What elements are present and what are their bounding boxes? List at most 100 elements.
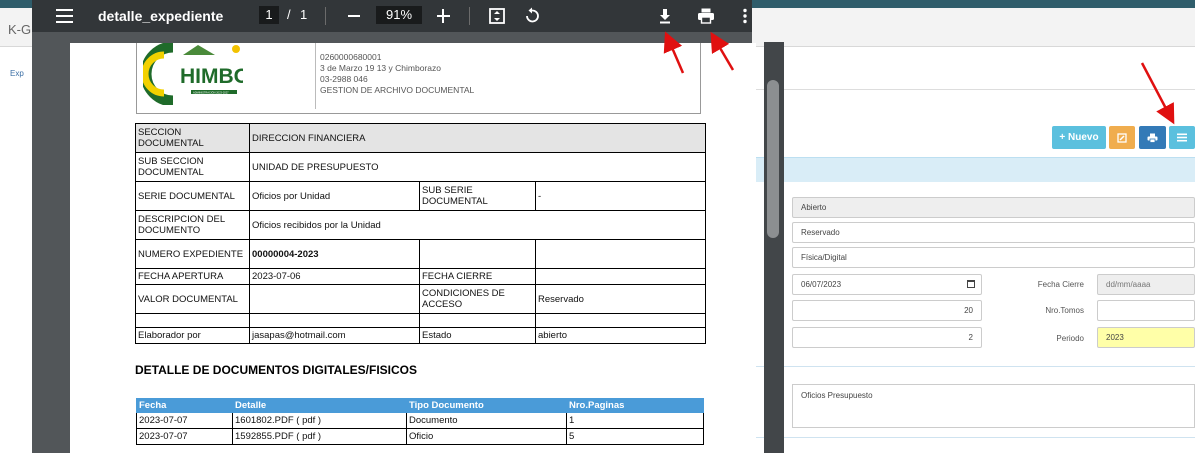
empty-cell	[419, 239, 536, 269]
cell-fecha: 2023-07-07	[136, 412, 233, 429]
pdf-viewer: detalle_expediente 1 / 1 91% HIMBO ADMIN…	[32, 0, 784, 453]
elaborador-value: jasapas@hotmail.com	[249, 327, 420, 344]
list-icon	[1177, 133, 1187, 142]
fecha-apertura-input[interactable]: 06/07/2023	[792, 274, 982, 295]
tomos-input[interactable]	[1097, 300, 1195, 321]
download-icon[interactable]	[655, 6, 675, 26]
table-row: SUB SECCION DOCUMENTAL UNIDAD DE PRESUPU…	[135, 152, 706, 182]
header-ruc: 0260000680001	[320, 52, 382, 62]
fecha-cierre-input[interactable]: dd/mm/aaaa	[1097, 274, 1195, 295]
estado-value: abierto	[535, 327, 706, 344]
apertura-label: FECHA APERTURA	[135, 268, 250, 285]
cell-fecha: 2023-07-07	[136, 428, 233, 445]
fit-page-icon[interactable]	[487, 6, 507, 26]
zoom-in-icon-vertical[interactable]	[442, 9, 444, 23]
docs-section-title: DETALLE DE DOCUMENTOS DIGITALES/FISICOS	[135, 363, 418, 377]
descripcion-textarea[interactable]: Oficios Presupuesto	[792, 384, 1195, 428]
app-left-panel	[0, 89, 33, 453]
fecha-cierre-label: Fecha Cierre	[1037, 280, 1084, 289]
page-separator: /	[287, 7, 291, 22]
cell-paginas: 5	[566, 428, 704, 445]
toolbar-divider	[325, 7, 326, 25]
seccion-label: SECCION DOCUMENTAL	[135, 123, 250, 153]
edit-button[interactable]	[1109, 126, 1135, 149]
print-button[interactable]	[1139, 126, 1166, 149]
document-title: detalle_expediente	[98, 8, 224, 24]
subseccion-value: UNIDAD DE PRESUPUESTO	[249, 152, 706, 182]
valor-label: VALOR DOCUMENTAL	[135, 284, 250, 314]
table-row	[135, 313, 706, 328]
subserie-value: -	[535, 181, 706, 211]
printer-icon	[1147, 133, 1158, 143]
print-icon[interactable]	[696, 6, 716, 26]
calendar-icon[interactable]	[967, 280, 975, 288]
cell-tipo: Oficio	[406, 428, 567, 445]
app-sub-label[interactable]: Exp	[10, 69, 24, 78]
rotate-icon[interactable]	[522, 6, 542, 26]
documents-table: Fecha Detalle Tipo Documento Nro.Paginas…	[136, 398, 704, 445]
zoom-out-icon[interactable]	[348, 15, 360, 17]
fecha-apertura-value: 06/07/2023	[801, 280, 842, 289]
edit-icon	[1117, 132, 1127, 143]
col-paginas: Nro.Paginas	[566, 398, 704, 413]
table-row: VALOR DOCUMENTAL CONDICIONES DE ACCESO R…	[135, 284, 706, 314]
descripcion-label: DESCRIPCION DEL DOCUMENTO	[135, 210, 250, 240]
logo-text: HIMBO	[180, 65, 243, 88]
cell-detalle: 1601802.PDF ( pdf )	[232, 412, 407, 429]
tomos-label: Nro.Tomos	[1045, 306, 1084, 315]
table-row: DESCRIPCION DEL DOCUMENTO Oficios recibi…	[135, 210, 706, 240]
paginas-input[interactable]: 20	[792, 300, 982, 321]
numero-label: NUMERO EXPEDIENTE	[135, 239, 250, 269]
serie-label: SERIE DOCUMENTAL	[135, 181, 250, 211]
periodo-label: Periodo	[1056, 334, 1084, 343]
document-header: HIMBO ADMINISTRACIÓN 2023-2027 026000068…	[136, 43, 701, 114]
municipality-logo: HIMBO ADMINISTRACIÓN 2023-2027	[143, 43, 243, 105]
zoom-input[interactable]: 91%	[376, 6, 422, 24]
apertura-value: 2023-07-06	[249, 268, 420, 285]
periodo-input[interactable]: 2023	[1097, 327, 1195, 348]
tomos-count-input[interactable]: 2	[792, 327, 982, 348]
expediente-metadata-table: SECCION DOCUMENTAL DIRECCION FINANCIERA …	[135, 123, 706, 344]
condiciones-acceso-select[interactable]: Reservado	[792, 222, 1195, 243]
form-divider-bottom	[752, 437, 1195, 438]
cell-paginas: 1	[566, 412, 704, 429]
empty-cell	[535, 239, 706, 269]
valor-value	[249, 284, 420, 314]
more-options-icon[interactable]	[735, 6, 755, 26]
cierre-label: FECHA CIERRE	[419, 268, 536, 285]
numero-value: 00000004-2023	[249, 239, 420, 269]
menu-button[interactable]	[1169, 126, 1195, 149]
app-tab-title[interactable]: K-G	[8, 22, 31, 37]
table-row: NUMERO EXPEDIENTE 00000004-2023	[135, 239, 706, 269]
col-fecha: Fecha	[136, 398, 233, 413]
table-row: FECHA APERTURA 2023-07-06 FECHA CIERRE	[135, 268, 706, 285]
page-number-input[interactable]: 1	[259, 6, 279, 24]
tipo-select[interactable]: Física/Digital	[792, 247, 1195, 268]
table-row: SECCION DOCUMENTAL DIRECCION FINANCIERA	[135, 123, 706, 153]
page-total: 1	[300, 7, 308, 22]
seccion-value: DIRECCION FINANCIERA	[249, 123, 706, 153]
subseccion-label: SUB SECCION DOCUMENTAL	[135, 152, 250, 182]
cell-tipo: Documento	[406, 412, 567, 429]
estado-field[interactable]: Abierto	[792, 197, 1195, 218]
subserie-label: SUB SERIE DOCUMENTAL	[419, 181, 536, 211]
toolbar-divider-2	[469, 7, 470, 25]
table-row: Elaborador por jasapas@hotmail.com Estad…	[135, 327, 706, 344]
col-tipo: Tipo Documento	[406, 398, 567, 413]
cierre-value	[535, 268, 706, 285]
estado-label: Estado	[419, 327, 536, 344]
nuevo-button-label: Nuevo	[1068, 132, 1099, 143]
docs-header-row: Fecha Detalle Tipo Documento Nro.Paginas	[136, 398, 704, 413]
cell-detalle: 1592855.PDF ( pdf )	[232, 428, 407, 445]
condiciones-value: Reservado	[535, 284, 706, 314]
table-row: 2023-07-07 1592855.PDF ( pdf ) Oficio 5	[136, 428, 704, 445]
condiciones-label: CONDICIONES DE ACCESO	[419, 284, 536, 314]
viewer-toolbar: detalle_expediente 1 / 1 91%	[32, 0, 752, 32]
header-info: 0260000680001 3 de Marzo 19 13 y Chimbor…	[320, 52, 474, 96]
nuevo-button[interactable]: + Nuevo	[1052, 126, 1106, 149]
scrollbar-thumb[interactable]	[767, 80, 779, 238]
elaborador-label: Elaborador por	[135, 327, 250, 344]
descripcion-value: Oficios recibidos por la Unidad	[249, 210, 706, 240]
table-row: 2023-07-07 1601802.PDF ( pdf ) Documento…	[136, 412, 704, 429]
menu-icon[interactable]	[56, 9, 73, 23]
